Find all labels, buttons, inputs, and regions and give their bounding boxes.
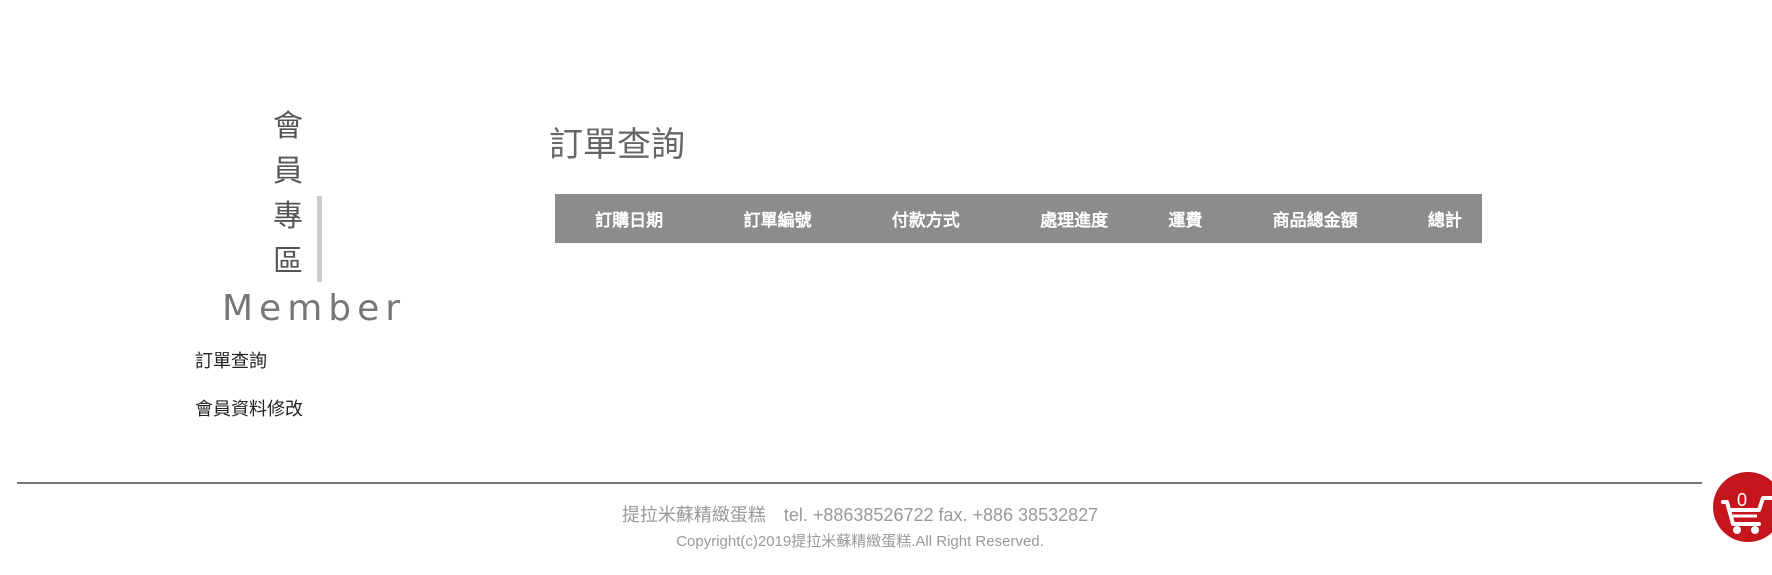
- column-subtotal: 商品總金額: [1272, 211, 1358, 231]
- sidebar-title-char: 區: [273, 244, 303, 279]
- sidebar-title-char: 會: [273, 109, 303, 144]
- column-order-date: 訂購日期: [595, 211, 664, 231]
- column-progress: 處理進度: [1040, 211, 1109, 231]
- order-table-header-row: 訂購日期 訂單編號 付款方式 處理進度 運費 商品總金額 總計: [555, 194, 1482, 243]
- footer-company: 提拉米蘇精緻蛋糕: [621, 505, 766, 525]
- sidebar-title-char: 員: [273, 154, 303, 189]
- footer-phone-fax: tel. +88638526722 fax. +886 38532827: [783, 505, 1099, 525]
- page-title: 訂單查詢: [549, 125, 685, 165]
- cart-button[interactable]: 0: [1713, 472, 1772, 542]
- column-order-number: 訂單編號: [743, 211, 812, 231]
- cart-count-badge: 0: [1737, 490, 1748, 510]
- sidebar-item-member-edit[interactable]: 會員資料修改: [195, 398, 303, 422]
- order-table: 訂購日期 訂單編號 付款方式 處理進度 運費 商品總金額 總計: [555, 194, 1482, 243]
- column-payment-method: 付款方式: [891, 211, 960, 231]
- sidebar-title-char: 專: [273, 199, 303, 234]
- sidebar-title-cn: 會 員 專 區: [268, 104, 308, 284]
- sidebar-title-divider: [317, 196, 322, 282]
- footer-contact: 提拉米蘇精緻蛋糕 tel. +88638526722 fax. +886 3853…: [0, 501, 1720, 527]
- sidebar-item-order-query[interactable]: 訂單查詢: [195, 350, 303, 374]
- footer-divider: [17, 482, 1702, 484]
- column-total: 總計: [1427, 211, 1462, 231]
- footer-copyright: Copyright(c)2019提拉米蘇精緻蛋糕.All Right Reser…: [676, 533, 1044, 550]
- order-table-header: 訂購日期 訂單編號 付款方式 處理進度 運費 商品總金額 總計: [555, 194, 1482, 243]
- column-shipping: 運費: [1168, 211, 1203, 231]
- page: 會 員 專 區 Member 訂單查詢 會員資料修改 訂單查詢 訂購日期 訂單編…: [0, 0, 1772, 575]
- sidebar-title-en: Member: [222, 288, 407, 329]
- sidebar-nav: 訂單查詢 會員資料修改: [195, 350, 303, 446]
